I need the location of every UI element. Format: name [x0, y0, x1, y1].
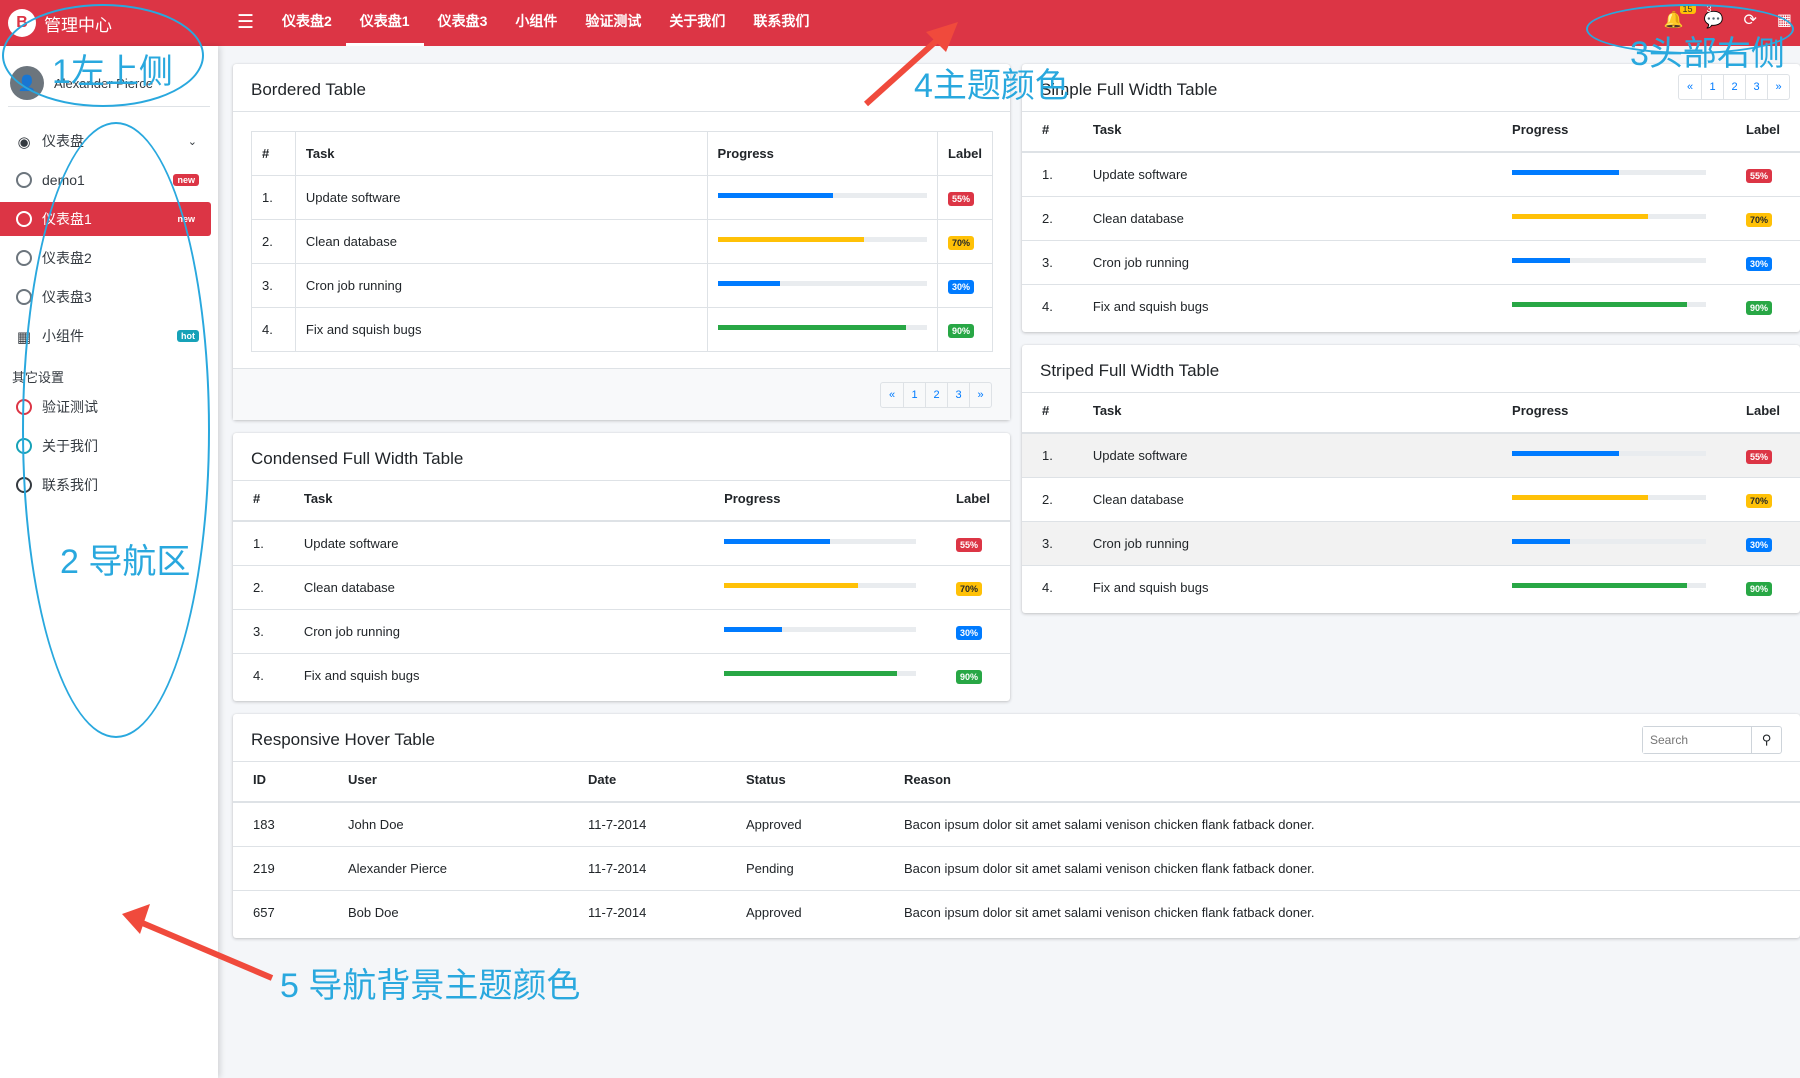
- arrow-nav-background: [122, 904, 274, 981]
- annotation-arrows: [122, 22, 958, 981]
- arrow-theme-color: [863, 22, 958, 107]
